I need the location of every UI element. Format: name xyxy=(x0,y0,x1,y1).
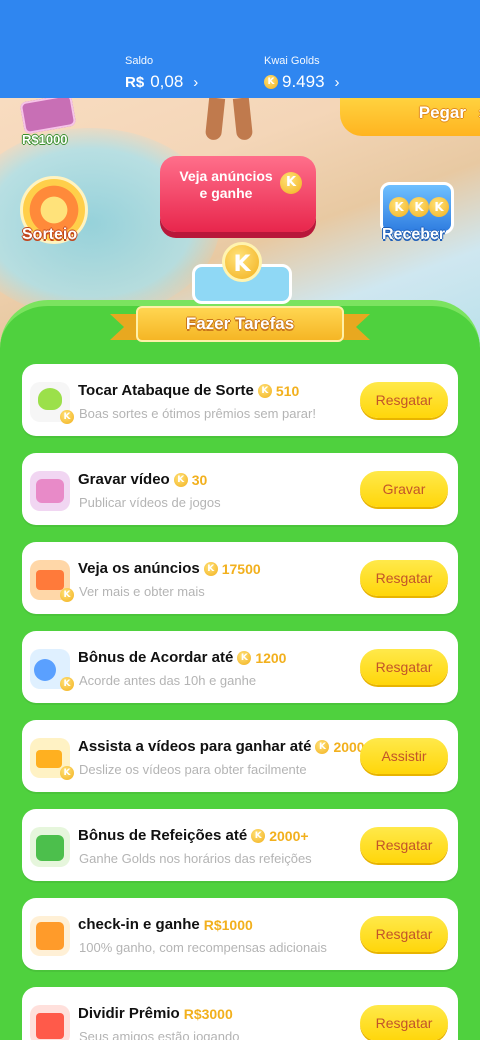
task-reward: 510 xyxy=(275,382,300,399)
task-item[interactable]: check-in e ganhe R$1000 100% ganho, com r… xyxy=(22,898,458,970)
task-item[interactable]: K Bônus de Acordar até K 1200 Acorde antes… xyxy=(22,631,458,703)
tasks-title: Fazer Tarefas xyxy=(185,314,295,333)
golds-label: Kwai Golds xyxy=(264,55,320,67)
kwai-coin-icon: K xyxy=(251,828,266,843)
saldo-label: Saldo xyxy=(125,55,154,67)
task-item[interactable]: K Tocar Atabaque de Sorte K 510 Boas sorte… xyxy=(22,364,458,436)
task-item[interactable]: Bônus de Refeições até K 2000+ Ganhe Golds… xyxy=(22,809,458,881)
character-legs-decoration xyxy=(204,98,254,143)
gift-icon xyxy=(30,1005,70,1040)
kwai-coin-icon: K xyxy=(203,561,218,576)
saldo-balance[interactable]: Saldo R$ 0,08 › xyxy=(125,55,198,92)
task-reward: R$1000 xyxy=(203,916,253,933)
resgatar-button[interactable]: Resgatar xyxy=(360,916,448,952)
task-item[interactable]: Dividir Prêmio R$3000 Seus amigos estão j… xyxy=(22,987,458,1040)
task-reward: 30 xyxy=(191,471,208,488)
task-item[interactable]: K Assista a vídeos para ganhar até K 2000 … xyxy=(22,720,458,792)
assistir-button[interactable]: Assistir xyxy=(360,738,448,774)
task-title: Assista a vídeos para ganhar até xyxy=(78,738,312,755)
chevron-right-icon: › xyxy=(193,73,199,91)
task-reward: 2000+ xyxy=(269,827,309,844)
task-title: check-in e ganhe xyxy=(78,916,200,933)
tasks-ribbon-header: Fazer Tarefas xyxy=(110,306,370,346)
watch-ads-label: Veja anúncios e ganhe xyxy=(179,168,273,201)
kwai-coin-icon: K xyxy=(280,172,302,194)
pegar-label: Pegar xyxy=(418,103,466,122)
resgatar-button[interactable]: Resgatar xyxy=(360,560,448,596)
moon-icon: K xyxy=(30,649,74,691)
task-item[interactable]: K Veja os anúncios K 17500 Ver mais e obte… xyxy=(22,542,458,614)
sorteio-label[interactable]: Sorteio xyxy=(22,226,77,244)
kwai-coin-icon: K xyxy=(315,739,330,754)
task-description: Ver mais e obter mais xyxy=(79,584,205,599)
task-reward: 17500 xyxy=(221,560,261,577)
task-description: Publicar vídeos de jogos xyxy=(79,495,221,510)
task-description: Seus amigos estão jogando xyxy=(79,1029,240,1040)
tasks-panel: K Fazer Tarefas K Tocar Atabaque de Sort… xyxy=(0,242,480,1040)
coin-chest-icon: K xyxy=(192,242,292,308)
camera-icon: K xyxy=(30,738,74,780)
task-description: Boas sortes e ótimos prêmios sem parar! xyxy=(79,406,316,421)
receber-label[interactable]: Receber xyxy=(382,226,445,244)
tv-ad-icon: K xyxy=(30,560,74,602)
kwai-coin-icon: K xyxy=(429,197,449,217)
kwai-coin-icon: K xyxy=(257,383,272,398)
kwai-coin-icon: K xyxy=(264,75,278,89)
resgatar-button[interactable]: Resgatar xyxy=(360,382,448,418)
golds-value: 9.493 xyxy=(282,72,325,91)
record-video-icon xyxy=(30,471,70,511)
resgatar-button[interactable]: Resgatar xyxy=(360,827,448,863)
top-balance-bar: Saldo R$ 0,08 › Kwai Golds K 9.493 › xyxy=(0,0,480,98)
kwai-coin-icon: K xyxy=(173,472,188,487)
kwai-golds-balance[interactable]: Kwai Golds K 9.493 › xyxy=(264,55,340,92)
task-item[interactable]: Gravar vídeo K 30 Publicar vídeos de jogos… xyxy=(22,453,458,525)
drum-icon: K xyxy=(30,382,74,424)
kwai-coin-icon: K xyxy=(237,650,252,665)
resgatar-button[interactable]: Resgatar xyxy=(360,1005,448,1040)
saldo-value: 0,08 xyxy=(150,72,184,91)
watch-ads-button[interactable]: Veja anúncios e ganhe K xyxy=(160,156,316,232)
kwai-coin-icon: K xyxy=(409,197,429,217)
money-reward-label[interactable]: R$1000 xyxy=(22,132,68,147)
task-description: 100% ganho, com recompensas adicionais xyxy=(79,940,327,955)
kwai-coin-icon: K xyxy=(389,197,409,217)
calendar-365-icon xyxy=(30,916,70,956)
task-reward: 1200 xyxy=(255,649,287,666)
meal-icon xyxy=(30,827,70,867)
resgatar-button[interactable]: Resgatar xyxy=(360,649,448,685)
task-description: Ganhe Golds nos horários das refeições xyxy=(79,851,312,866)
pegar-button[interactable]: Pegar › xyxy=(340,98,480,136)
task-title: Dividir Prêmio xyxy=(78,1005,180,1022)
gravar-button[interactable]: Gravar xyxy=(360,471,448,507)
task-description: Acorde antes das 10h e ganhe xyxy=(79,673,257,688)
task-title: Tocar Atabaque de Sorte xyxy=(78,382,254,399)
task-list: K Tocar Atabaque de Sorte K 510 Boas sorte… xyxy=(22,364,458,1040)
chevron-right-icon: › xyxy=(334,73,340,91)
kwai-coin-icon: K xyxy=(222,242,262,282)
task-description: Deslize os vídeos para obter facilmente xyxy=(79,762,307,777)
task-reward: R$3000 xyxy=(183,1005,233,1022)
task-title: Veja os anúncios xyxy=(78,560,200,577)
task-title: Bônus de Refeições até xyxy=(78,827,248,844)
task-title: Gravar vídeo xyxy=(78,471,170,488)
saldo-currency: R$ xyxy=(125,73,145,91)
task-title: Bônus de Acordar até xyxy=(78,649,234,666)
